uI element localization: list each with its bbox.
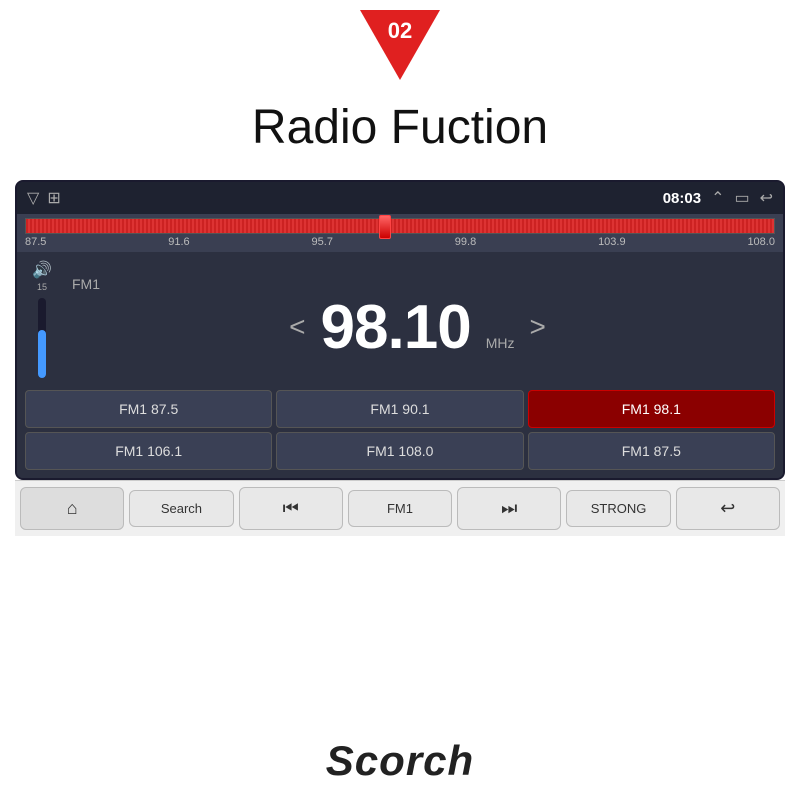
search-label: Search bbox=[161, 501, 202, 516]
status-bar-left: ▽ ⊞ bbox=[27, 188, 61, 208]
badge-area: 02 bbox=[0, 0, 800, 80]
strong-button[interactable]: STRONG bbox=[566, 490, 670, 527]
current-frequency: 98.10 bbox=[321, 292, 471, 363]
volume-icon: 🔊 bbox=[32, 260, 52, 280]
freq-label-103: 103.9 bbox=[598, 236, 626, 248]
preset-2[interactable]: FM1 90.1 bbox=[276, 390, 523, 428]
band-label: FM1 bbox=[72, 276, 100, 292]
prev-icon: ⏮ bbox=[283, 498, 299, 519]
next-button[interactable]: ⏭ bbox=[457, 487, 561, 530]
preset-6[interactable]: FM1 87.5 bbox=[528, 432, 775, 470]
search-button[interactable]: Search bbox=[129, 490, 233, 527]
prev-button[interactable]: ⏮ bbox=[239, 487, 343, 530]
chevron-up-icon: ⌃ bbox=[711, 188, 724, 208]
branding-area: Scorch bbox=[0, 737, 800, 785]
frequency-cursor[interactable] bbox=[379, 215, 391, 239]
freq-label-91: 91.6 bbox=[168, 236, 189, 248]
frequency-number-row: < 98.10 MHz > bbox=[289, 292, 546, 363]
page-title: Radio Fuction bbox=[0, 80, 800, 180]
freq-unit: MHz bbox=[486, 335, 515, 351]
preset-4[interactable]: FM1 106.1 bbox=[25, 432, 272, 470]
step-badge: 02 bbox=[360, 10, 440, 80]
main-display: 🔊 15 FM1 < 98.10 MHz > bbox=[17, 252, 783, 386]
window-icon: ▭ bbox=[734, 188, 749, 208]
status-bar: ▽ ⊞ 08:03 ⌃ ▭ ↩ bbox=[17, 182, 783, 214]
brand-name: Scorch bbox=[326, 737, 474, 785]
home-button[interactable]: ⌂ bbox=[20, 487, 124, 530]
frequency-display: FM1 < 98.10 MHz > bbox=[62, 276, 773, 363]
freq-label-87: 87.5 bbox=[25, 236, 46, 248]
back-button[interactable]: ↩ bbox=[676, 487, 780, 530]
volume-bar[interactable] bbox=[38, 298, 46, 378]
band-button[interactable]: FM1 bbox=[348, 490, 452, 527]
status-bar-right: 08:03 ⌃ ▭ ↩ bbox=[663, 188, 773, 208]
next-icon: ⏭ bbox=[501, 498, 517, 519]
presets-grid: FM1 87.5 FM1 90.1 FM1 98.1 FM1 106.1 FM1… bbox=[17, 386, 783, 478]
frequency-labels: 87.5 91.6 95.7 99.8 103.9 108.0 bbox=[25, 234, 775, 250]
band-button-label: FM1 bbox=[387, 501, 413, 516]
radio-screen: ▽ ⊞ 08:03 ⌃ ▭ ↩ 87.5 91.6 95.7 99.8 103.… bbox=[15, 180, 785, 480]
settings-icon: ⊞ bbox=[47, 188, 60, 208]
freq-label-95: 95.7 bbox=[312, 236, 333, 248]
freq-next-button[interactable]: > bbox=[529, 311, 545, 343]
status-time: 08:03 bbox=[663, 190, 701, 207]
freq-prev-button[interactable]: < bbox=[289, 311, 305, 343]
bottom-toolbar: ⌂ Search ⏮ FM1 ⏭ STRONG ↩ bbox=[15, 480, 785, 536]
volume-area: 🔊 15 bbox=[27, 260, 57, 378]
back-toolbar-icon: ↩ bbox=[720, 498, 735, 519]
back-icon: ↩ bbox=[760, 188, 773, 208]
frequency-track-fill bbox=[26, 219, 774, 233]
preset-1[interactable]: FM1 87.5 bbox=[25, 390, 272, 428]
notification-icon: ▽ bbox=[27, 188, 39, 208]
freq-label-108: 108.0 bbox=[747, 236, 775, 248]
preset-5[interactable]: FM1 108.0 bbox=[276, 432, 523, 470]
volume-fill bbox=[38, 330, 46, 378]
badge-number: 02 bbox=[388, 18, 412, 44]
preset-3[interactable]: FM1 98.1 bbox=[528, 390, 775, 428]
volume-label: 15 bbox=[37, 282, 47, 292]
strong-label: STRONG bbox=[591, 501, 647, 516]
frequency-slider-area[interactable]: 87.5 91.6 95.7 99.8 103.9 108.0 bbox=[17, 214, 783, 252]
home-icon: ⌂ bbox=[67, 498, 78, 519]
freq-label-99: 99.8 bbox=[455, 236, 476, 248]
frequency-track[interactable] bbox=[25, 218, 775, 234]
